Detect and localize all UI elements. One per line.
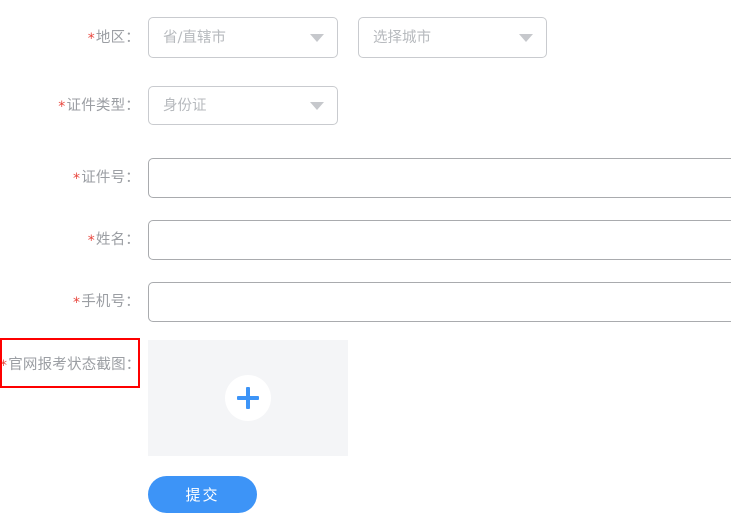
input-phone[interactable] bbox=[148, 282, 731, 322]
label-id-number-text: 证件号： bbox=[81, 170, 140, 186]
required-asterisk: * bbox=[72, 295, 81, 311]
select-city[interactable]: 选择城市 bbox=[358, 17, 547, 58]
input-name[interactable] bbox=[148, 220, 731, 260]
input-id-number[interactable] bbox=[148, 158, 731, 198]
label-id-number: *证件号： bbox=[0, 169, 140, 188]
label-phone-text: 手机号： bbox=[81, 294, 140, 310]
select-province[interactable]: 省/直辖市 bbox=[148, 17, 338, 58]
select-id-type-value: 身份证 bbox=[163, 97, 207, 114]
label-id-type-text: 证件类型： bbox=[66, 98, 140, 114]
submit-button[interactable]: 提交 bbox=[148, 476, 257, 513]
required-asterisk: * bbox=[58, 99, 66, 115]
label-id-type: *证件类型： bbox=[0, 97, 140, 116]
required-asterisk: * bbox=[87, 233, 95, 249]
label-screenshot-text: 官网报考状态截图： bbox=[8, 357, 141, 373]
label-screenshot: *官网报考状态截图： bbox=[0, 356, 140, 375]
select-city-value: 选择城市 bbox=[373, 29, 431, 46]
label-region-text: 地区： bbox=[95, 30, 140, 46]
select-province-value: 省/直辖市 bbox=[163, 29, 226, 46]
chevron-down-icon bbox=[310, 101, 324, 110]
label-name: *姓名： bbox=[0, 231, 140, 250]
required-asterisk: * bbox=[72, 171, 81, 187]
label-name-text: 姓名： bbox=[95, 232, 140, 248]
required-asterisk: * bbox=[0, 358, 8, 374]
chevron-down-icon bbox=[310, 33, 324, 42]
chevron-down-icon bbox=[519, 33, 533, 42]
select-id-type[interactable]: 身份证 bbox=[148, 86, 338, 125]
image-upload-dropzone[interactable] bbox=[148, 340, 348, 456]
label-region: *地区： bbox=[0, 29, 140, 48]
required-asterisk: * bbox=[87, 31, 95, 47]
label-phone: *手机号： bbox=[0, 293, 140, 312]
registration-form: *地区： 省/直辖市 选择城市 *证件类型： 身份证 *证件号： *姓名： *手… bbox=[0, 0, 731, 527]
plus-icon[interactable] bbox=[225, 375, 271, 421]
